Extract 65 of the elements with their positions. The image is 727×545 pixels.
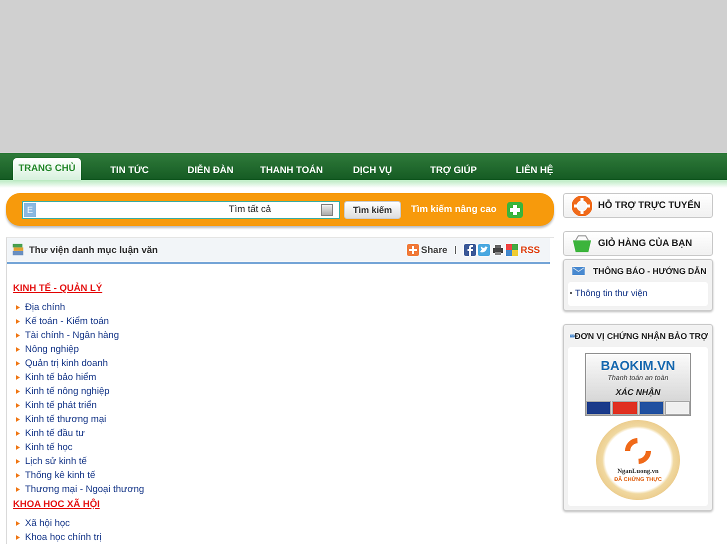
badge-brand: BAOKIM.VN (600, 358, 676, 373)
rss-link[interactable]: RSS (520, 244, 540, 256)
category-link[interactable]: Kinh tế nông nghiệp (25, 386, 110, 396)
bullet-arrow-icon (16, 402, 20, 408)
nav-tab[interactable]: DỊCH VỤ (332, 161, 413, 180)
lifebuoy-icon (572, 196, 592, 216)
category-heading[interactable]: KINH TẾ - QUẢN LÝ (13, 282, 102, 296)
bullet-arrow-icon (16, 444, 20, 450)
category-link[interactable]: Kế toán - Kiểm toán (25, 316, 109, 326)
category-link[interactable]: Quản trị kinh doanh (25, 358, 108, 368)
widget-title: ĐƠN VỊ CHỨNG NHẬN BẢO TRỢ (574, 331, 708, 341)
category-link[interactable]: Kinh tế học (25, 442, 73, 452)
bullet-arrow-icon (16, 458, 20, 464)
bullet-arrow-icon (16, 430, 20, 436)
dropdown-icon[interactable] (321, 204, 333, 216)
category-link[interactable]: Lịch sử kinh tế (25, 456, 87, 466)
nav-tab[interactable]: TRỢ GIÚP (413, 161, 494, 180)
bullet-arrow-icon (16, 374, 20, 380)
bullet-arrow-icon (16, 486, 20, 492)
e-badge: E (24, 202, 36, 216)
search-button[interactable]: Tìm kiếm (344, 200, 402, 218)
bullet-arrow-icon (16, 318, 20, 324)
category-link[interactable]: Kinh tế thương mại (25, 414, 106, 424)
envelope-icon (570, 332, 575, 340)
nav-tab[interactable]: THANH TOÁN (251, 161, 332, 180)
category-link[interactable]: Nông nghiệp (25, 344, 79, 354)
nav-tab[interactable]: DIỄN ĐÀN (170, 161, 251, 180)
cart-button[interactable]: GIỎ HÀNG CỦA BẠN (563, 231, 713, 256)
category-link[interactable]: Khoa học chính trị (25, 532, 102, 542)
facebook-icon[interactable] (464, 244, 476, 256)
widget-title: THÔNG BÁO - HƯỚNG DẪN (593, 266, 706, 276)
support-button[interactable]: HỖ TRỢ TRỰC TUYẾN (563, 193, 713, 218)
category-link[interactable]: Kinh tế phát triển (25, 400, 97, 410)
share-link[interactable]: Share (421, 244, 448, 256)
category-link[interactable]: Địa chính (25, 302, 66, 312)
bullet-arrow-icon (16, 388, 20, 394)
search-field[interactable]: E Tìm tất cả (22, 200, 340, 218)
plus-icon[interactable] (506, 202, 523, 218)
category-link[interactable]: Thống kê kinh tế (25, 470, 96, 480)
bullet-arrow-icon (16, 360, 20, 366)
bullet-arrow-icon (16, 304, 20, 310)
category-link[interactable]: Tài chính - Ngân hàng (25, 330, 120, 340)
category-heading[interactable]: KHOA HOC XÃ HỘI (13, 498, 100, 512)
bullet-arrow-icon (16, 346, 20, 352)
bullet-arrow-icon (16, 332, 20, 338)
basket-icon (572, 234, 592, 254)
panel-title: Thư viện danh mục luận văn (29, 244, 158, 256)
badge-stamp-label: XÁC NHẬN (616, 387, 660, 397)
books-icon (11, 243, 25, 257)
category-link[interactable]: Xã hội học (25, 518, 70, 528)
bullet-arrow-icon (16, 416, 20, 422)
envelope-icon (572, 267, 585, 275)
nav-tab[interactable]: LIÊN HỆ (494, 161, 575, 180)
bullet-arrow-icon (16, 472, 20, 478)
category-link[interactable]: Thương mại - Ngoại thương (25, 484, 144, 494)
bullet-arrow-icon (16, 520, 20, 526)
bullet-arrow-icon (16, 534, 20, 540)
share-plus-icon[interactable] (407, 244, 420, 256)
search-scope[interactable]: Tìm tất cả (228, 204, 271, 215)
swirl-logo-icon (625, 438, 651, 464)
category-link[interactable]: Kinh tế đầu tư (25, 428, 85, 438)
nav-tab[interactable]: TRANG CHỦ (13, 158, 81, 180)
category-link[interactable]: Kinh tế bảo hiểm (25, 372, 96, 382)
nav-tab[interactable]: TIN TỨC (89, 161, 170, 180)
printer-icon[interactable] (492, 244, 504, 256)
